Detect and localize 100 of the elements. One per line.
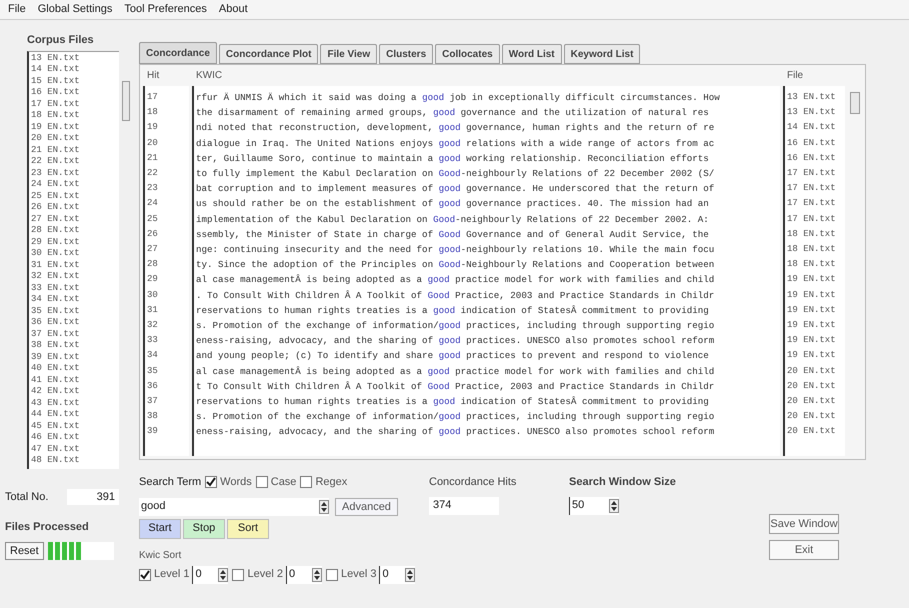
concordance-line[interactable]: reservations to human rights treaties is a good indication of StatesÂ commitment to providing xyxy=(194,394,780,410)
column-header[interactable]: KWIC xyxy=(192,68,780,86)
concordance-line[interactable]: s. Promotion of the exchange of information/good practices, including through supporting regio xyxy=(194,409,780,424)
file-list-item[interactable]: 38 EN.txt xyxy=(29,340,119,352)
file-list-item[interactable]: 33 EN.txt xyxy=(29,282,119,294)
file-list-item[interactable]: 20 EN.txt xyxy=(29,133,119,144)
file-list-item[interactable]: 34 EN.txt xyxy=(29,294,119,306)
concordance-line[interactable]: al case managementÂ is being adopted as a good practice model for work with families and child xyxy=(194,272,780,288)
file-list-item[interactable]: 15 EN.txt xyxy=(29,76,119,87)
tab[interactable]: Collocates xyxy=(435,44,500,64)
checkbox[interactable] xyxy=(326,568,338,580)
file-list-item[interactable]: 21 EN.txt xyxy=(29,144,119,156)
hit-number: 27 xyxy=(146,243,159,256)
file-list-item[interactable]: 44 EN.txt xyxy=(29,409,119,420)
exit-button[interactable]: Exit xyxy=(769,540,839,560)
window-size-field[interactable]: 50 xyxy=(569,496,619,514)
action-button[interactable]: Sort xyxy=(227,518,269,538)
file-list-item[interactable]: 13 EN.txt xyxy=(29,52,119,64)
checkbox[interactable] xyxy=(232,568,244,580)
file-list-item[interactable]: 25 EN.txt xyxy=(29,190,119,202)
concordance-line[interactable]: implementation of the Kabul Declaration on Good-neighbourly Relations of 22 December 2002. A: xyxy=(194,212,780,227)
save-window-button[interactable]: Save Window xyxy=(769,514,839,534)
file-list-item[interactable]: 35 EN.txt xyxy=(29,306,119,317)
spinner-icon[interactable] xyxy=(609,498,619,512)
checkbox[interactable] xyxy=(256,476,268,488)
file-list-item[interactable]: 37 EN.txt xyxy=(29,328,119,340)
reset-button[interactable]: Reset xyxy=(5,542,44,560)
concordance-line[interactable]: ty. Since the adoption of the Principles on Good-Neighbourly Relations and Cooperation between xyxy=(194,257,780,272)
spinner-icon[interactable] xyxy=(405,568,416,582)
file-list-item[interactable]: 18 EN.txt xyxy=(29,110,119,122)
menu-item[interactable]: Global Settings xyxy=(38,1,112,18)
concordance-line[interactable]: ter, Guillaume Soro, continue to maintain a good working relationship. Reconciliation efforts xyxy=(194,150,780,166)
file-list-item[interactable]: 42 EN.txt xyxy=(29,386,119,398)
file-list-item[interactable]: 14 EN.txt xyxy=(29,64,119,76)
concordance-line[interactable]: dialogue in Iraq. The United Nations enjoys good relations with a wide range of actors from ac xyxy=(194,136,780,151)
concordance-line[interactable]: reservations to human rights treaties is a good indication of StatesÂ commitment to providing xyxy=(194,302,780,318)
column-header[interactable]: File xyxy=(783,68,845,86)
concordance-line[interactable]: al case managementÂ is being adopted as a good practice model for work with families and child xyxy=(194,364,780,379)
concordance-line[interactable]: t To Consult With Children Â A Toolkit of Good Practice, 2003 and Practice Standards in Childr xyxy=(194,378,780,394)
concordance-line[interactable]: nge: continuing insecurity and the need for good-neighbourly relations 10. While the main focu xyxy=(194,242,780,258)
column-header[interactable]: Hit xyxy=(143,68,189,86)
file-list-item[interactable]: 46 EN.txt xyxy=(29,432,119,444)
concordance-line[interactable]: eness-raising, advocacy, and the sharing of good practices. UNESCO also promotes school reform xyxy=(194,333,780,348)
file-list-item[interactable]: 29 EN.txt xyxy=(29,236,119,248)
file-list-item[interactable]: 19 EN.txt xyxy=(29,122,119,133)
file-list-item[interactable]: 16 EN.txt xyxy=(29,87,119,98)
file-list-item[interactable]: 48 EN.txt xyxy=(29,455,119,466)
file-list-item[interactable]: 28 EN.txt xyxy=(29,225,119,236)
concordance-line[interactable]: . To Consult With Children Â A Toolkit of Good Practice, 2003 and Practice Standards in Childr xyxy=(194,288,780,303)
level-field[interactable]: 0 xyxy=(192,566,228,584)
hit-number: 38 xyxy=(146,410,159,424)
file-list-item[interactable]: 27 EN.txt xyxy=(29,214,119,225)
level-field[interactable]: 0 xyxy=(286,566,322,584)
checkbox[interactable] xyxy=(139,568,151,580)
tab[interactable]: Word List xyxy=(502,44,562,64)
spinner-icon[interactable] xyxy=(312,568,322,582)
file-list-item[interactable]: 17 EN.txt xyxy=(29,98,119,110)
file-list-item[interactable]: 39 EN.txt xyxy=(29,352,119,363)
action-button[interactable]: Start xyxy=(139,518,181,538)
tab[interactable]: Concordance xyxy=(139,42,217,64)
checkbox[interactable] xyxy=(205,476,218,488)
concordance-line[interactable]: s. Promotion of the exchange of information/good practices, including through supporting regio xyxy=(194,318,780,334)
concordance-line[interactable]: to fully implement the Kabul Declaration on Good-neighbourly Relations of 22 December 2002 (S/ xyxy=(194,166,780,182)
spinner-icon[interactable] xyxy=(218,568,228,582)
file-list-item[interactable]: 26 EN.txt xyxy=(29,202,119,214)
concordance-line[interactable]: and young people; (c) To identify and share good practices to prevent and respond to violence xyxy=(194,348,780,364)
concordance-line[interactable]: ssembly, the Minister of State in charge of Good Governance and of General Audit Service, the xyxy=(194,226,780,242)
file-list-item[interactable]: 43 EN.txt xyxy=(29,398,119,409)
menu-item[interactable]: File xyxy=(8,1,26,18)
file-list-item[interactable]: 24 EN.txt xyxy=(29,179,119,190)
file-list-item[interactable]: 47 EN.txt xyxy=(29,444,119,455)
file-list-item[interactable]: 45 EN.txt xyxy=(29,420,119,432)
file-list-item[interactable]: 22 EN.txt xyxy=(29,156,119,168)
file-list-item[interactable]: 30 EN.txt xyxy=(29,248,119,260)
search-field[interactable]: good xyxy=(139,498,329,516)
spinner-icon[interactable] xyxy=(319,500,329,514)
concordance-line[interactable]: the disarmament of remaining armed groups, good governance and the utilization of natural res xyxy=(194,105,780,120)
concordance-line[interactable]: bat corruption and to implement measures of good governance. He underscored that the return of xyxy=(194,181,780,196)
file-list-item[interactable]: 31 EN.txt xyxy=(29,260,119,271)
concordance-line[interactable]: rfur Ä UNMIS Ä which it said was doing a good job in exceptionally difficult circumstances. How xyxy=(194,90,780,106)
file-list-item[interactable]: 40 EN.txt xyxy=(29,363,119,374)
tab[interactable]: Clusters xyxy=(379,44,434,64)
file-list-item[interactable]: 32 EN.txt xyxy=(29,271,119,282)
advanced-button[interactable]: Advanced xyxy=(335,498,398,516)
concordance-line[interactable]: ndi noted that reconstruction, development, good governance, human rights and the return of re xyxy=(194,120,780,136)
tab[interactable]: Keyword List xyxy=(564,44,640,64)
menu-item[interactable]: Tool Preferences xyxy=(124,1,207,18)
file-list-item[interactable]: 41 EN.txt xyxy=(29,374,119,386)
file-list-item[interactable]: 36 EN.txt xyxy=(29,317,119,328)
hits-value: 374 xyxy=(429,496,499,514)
action-button[interactable]: Stop xyxy=(183,518,225,538)
menu-item[interactable]: About xyxy=(218,1,248,18)
checkbox[interactable] xyxy=(300,476,312,488)
concordance-line[interactable]: eness-raising, advocacy, and the sharing of good practices. UNESCO also promotes school reform xyxy=(194,424,780,440)
file-name: 17 EN.txt xyxy=(786,212,837,226)
file-list-item[interactable]: 23 EN.txt xyxy=(29,168,119,179)
tab[interactable]: File View xyxy=(320,44,378,64)
concordance-line[interactable]: us should rather be on the establishment of good governance practices. 40. The mission had an xyxy=(194,196,780,212)
tab[interactable]: Concordance Plot xyxy=(218,44,318,64)
level-field[interactable]: 0 xyxy=(379,566,416,584)
